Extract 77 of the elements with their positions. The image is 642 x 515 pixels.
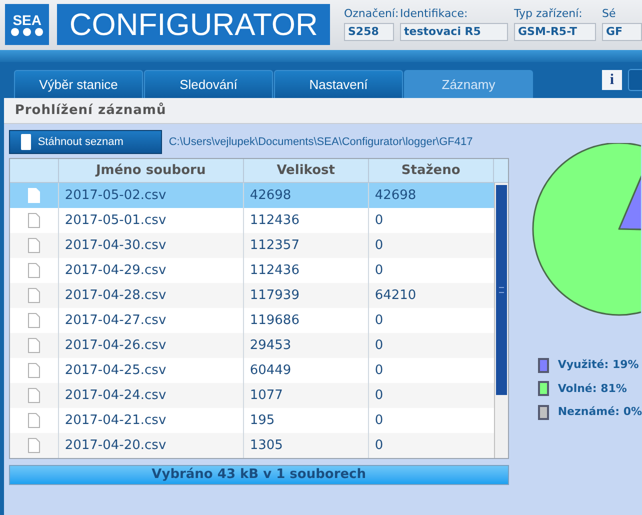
table-cell-text: 117939 — [250, 286, 300, 305]
table-cell-text: 64210 — [374, 286, 416, 305]
table-cell-text: 2017-05-01.csv — [64, 212, 166, 230]
table-cell-text: 112357 — [250, 236, 300, 255]
field-value: S258 — [344, 23, 394, 41]
file-icon — [28, 263, 40, 278]
field-label: Sé — [602, 6, 617, 22]
table-cell-text: 112436 — [250, 212, 300, 230]
table-cell-text: 1077 — [250, 386, 283, 405]
legend-label: Volné: 81% — [558, 380, 627, 396]
table-cell-text: 42698 — [250, 186, 292, 205]
table-cell-text: 2017-04-26.csv — [64, 336, 166, 355]
file-row[interactable]: 2017-04-26.csv 29453 0 — [10, 333, 494, 358]
table-cell-text: 0 — [374, 236, 384, 255]
tab[interactable]: Výběr stanice — [14, 70, 143, 98]
table-cell-text: 0 — [374, 412, 384, 430]
table-cell-text: 0 — [374, 212, 384, 230]
table-cell-text: 195 — [250, 412, 275, 430]
scrollbar-track[interactable] — [494, 183, 508, 458]
info-button[interactable]: i — [602, 70, 622, 90]
logo-banner: CONFIGURATOR — [57, 4, 330, 45]
document-icon — [20, 134, 31, 150]
table-cell-text: 119686 — [250, 312, 300, 330]
table-cell-text: 0 — [374, 386, 384, 405]
table-cell-text: 0 — [374, 336, 384, 355]
table-cell-text: 0 — [374, 362, 384, 380]
file-icon — [28, 388, 40, 403]
legend-label: Neznámé: 0% — [558, 404, 642, 420]
table-cell-text: 2017-04-21.csv — [64, 412, 166, 430]
dots-icon — [10, 26, 44, 36]
field-value: testovaci R5 — [400, 23, 508, 41]
file-icon — [28, 363, 40, 378]
field-value: GSM-R5-T — [514, 23, 596, 41]
file-icon — [28, 288, 40, 303]
table-cell-text: 2017-05-02.csv — [64, 186, 166, 205]
table-cell-text: 2017-04-25.csv — [64, 362, 166, 380]
table-cell-text: 2017-04-27.csv — [64, 312, 166, 330]
table-cell-text: 0 — [374, 262, 384, 280]
file-row[interactable]: 2017-04-28.csv 117939 64210 — [10, 283, 494, 308]
table-cell-text: 60449 — [250, 362, 292, 380]
table-cell-text: 2017-04-28.csv — [64, 286, 166, 305]
file-row[interactable]: 2017-05-02.csv 42698 42698 — [10, 183, 494, 208]
file-row[interactable]: 2017-04-30.csv 112357 0 — [10, 233, 494, 258]
table-cell-text: 2017-04-29.csv — [64, 262, 166, 280]
column-header[interactable]: Jméno souboru — [58, 159, 244, 182]
table-cell-text: 0 — [374, 312, 384, 330]
status-bar: Vybráno 43 kB v 1 souborech — [8, 465, 509, 485]
file-icon — [28, 413, 40, 428]
file-row[interactable]: 2017-04-24.csv 1077 0 — [10, 383, 494, 408]
table-cell-text: 2017-04-30.csv — [64, 236, 166, 255]
logo-mark: SEA — [12, 12, 42, 26]
table-cell-text: 42698 — [374, 186, 416, 205]
table-cell-text: 2017-04-20.csv — [64, 436, 166, 455]
column-header[interactable]: Velikost — [244, 159, 369, 182]
file-icon — [28, 438, 40, 453]
table-cell-text: 1305 — [250, 436, 283, 455]
tab[interactable]: Sledování — [144, 70, 273, 98]
table-cell-text: 0 — [374, 436, 384, 455]
file-icon — [28, 338, 40, 353]
table-cell-text: 29453 — [250, 336, 292, 355]
file-icon — [28, 188, 40, 203]
file-icon — [28, 238, 40, 253]
field-label: Typ zařízení: — [514, 6, 584, 22]
tab[interactable]: Nastavení — [274, 70, 403, 98]
file-icon — [28, 313, 40, 328]
table-cell-text: 2017-04-24.csv — [64, 386, 166, 405]
legend-label: Využité: 19% — [558, 357, 639, 373]
file-icon — [28, 213, 40, 228]
field-label: Identifikace: — [400, 6, 469, 22]
scrollbar-thumb[interactable] — [496, 185, 507, 395]
table-cell-text: 112436 — [250, 262, 300, 280]
column-header[interactable]: Staženo — [368, 159, 494, 182]
panel-title: Prohlížení záznamů — [14, 102, 166, 120]
file-row[interactable]: 2017-04-20.csv 1305 0 — [10, 433, 494, 458]
folder-path: C:\Users\vejlupek\Documents\SEA\Configurator\logger\GF417 — [168, 134, 473, 150]
download-button[interactable]: Stáhnout seznam — [8, 130, 162, 154]
field-value: GF — [602, 23, 642, 41]
